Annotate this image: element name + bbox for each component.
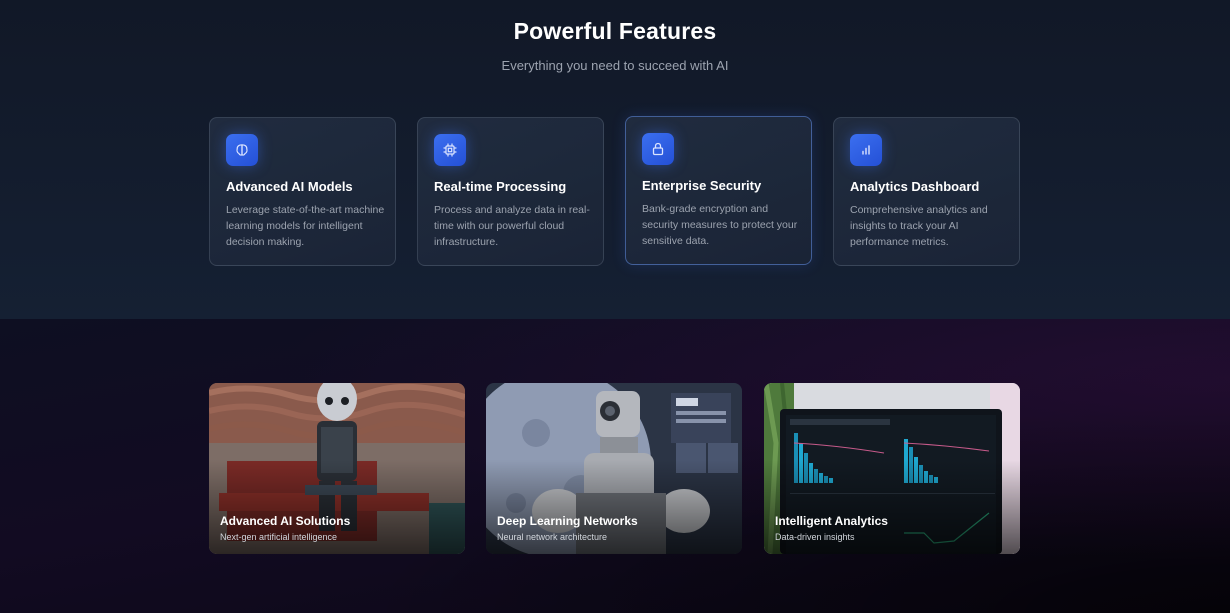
gallery-card-title: Intelligent Analytics [775, 514, 888, 528]
feature-card-realtime[interactable]: Real-time Processing Process and analyze… [417, 117, 604, 266]
gallery-card-title: Advanced AI Solutions [220, 514, 351, 528]
feature-card-title: Real-time Processing [434, 179, 567, 194]
gallery-card-intelligent-analytics[interactable]: Intelligent Analytics Data-driven insigh… [764, 383, 1020, 554]
features-section: Powerful Features Everything you need to… [0, 0, 1230, 319]
gallery-card-title: Deep Learning Networks [497, 514, 638, 528]
cpu-chip-icon [434, 134, 466, 166]
gallery-card-subtitle: Data-driven insights [775, 532, 855, 542]
feature-card-security[interactable]: Enterprise Security Bank-grade encryptio… [625, 116, 812, 265]
image-overlay [764, 383, 1020, 554]
image-overlay [209, 383, 465, 554]
gallery-section: Advanced AI Solutions Next-gen artificia… [0, 319, 1230, 613]
feature-card-description: Process and analyze data in real-time wi… [434, 204, 590, 248]
lock-icon [642, 133, 674, 165]
gallery-card-subtitle: Neural network architecture [497, 532, 608, 542]
features-title: Powerful Features [513, 18, 717, 44]
feature-card-description: Comprehensive analytics and insights to … [850, 204, 988, 248]
feature-card-analytics[interactable]: Analytics Dashboard Comprehensive analyt… [833, 117, 1020, 266]
feature-card-ai-models[interactable]: Advanced AI Models Leverage state-of-the… [209, 117, 396, 266]
feature-card-title: Analytics Dashboard [850, 179, 980, 194]
feature-card-description: Leverage state-of-the-art machine learni… [226, 204, 385, 248]
feature-card-description: Bank-grade encryption and security measu… [642, 203, 798, 247]
bar-chart-icon [850, 134, 882, 166]
feature-card-title: Enterprise Security [642, 178, 762, 193]
feature-card-title: Advanced AI Models [226, 179, 353, 194]
gallery-card-ai-solutions[interactable]: Advanced AI Solutions Next-gen artificia… [209, 383, 465, 554]
image-overlay [486, 383, 742, 554]
gallery-card-subtitle: Next-gen artificial intelligence [220, 532, 338, 542]
gallery-card-deep-learning[interactable]: Deep Learning Networks Neural network ar… [486, 383, 742, 554]
brain-icon [226, 134, 258, 166]
features-subtitle: Everything you need to succeed with AI [501, 58, 729, 73]
